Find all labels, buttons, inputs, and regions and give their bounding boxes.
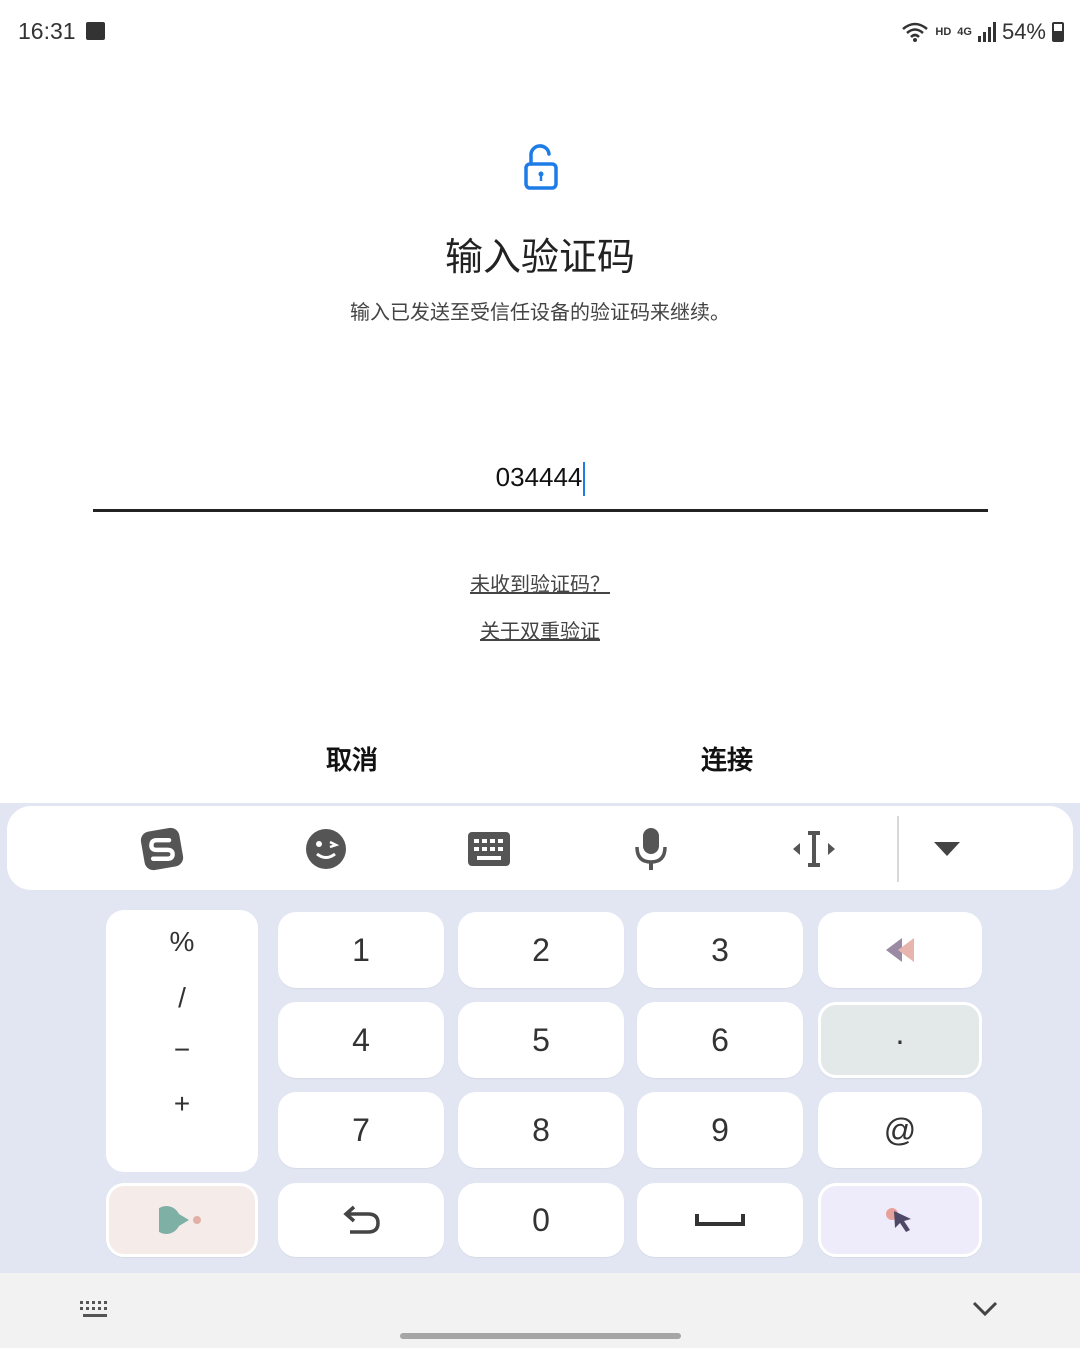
wifi-icon	[902, 22, 929, 42]
about-2fa-link-label: 关于双重验证	[480, 619, 600, 643]
backspace-icon	[886, 938, 914, 962]
key-at[interactable]: @	[818, 1092, 982, 1168]
key-7[interactable]: 7	[278, 1092, 444, 1168]
signal-icon	[977, 22, 996, 42]
hd-indicator: HD	[935, 26, 952, 38]
key-3[interactable]: 3	[637, 912, 803, 988]
sogou-logo-icon[interactable]	[139, 826, 185, 872]
undo-icon	[343, 1205, 380, 1234]
text-caret	[583, 462, 586, 497]
key-8[interactable]: 8	[458, 1092, 624, 1168]
battery-icon	[1052, 22, 1064, 42]
network-type: 4G	[957, 26, 972, 38]
status-indicators: HD 4G 54%	[901, 18, 1064, 46]
symbol-slash[interactable]: /	[106, 982, 258, 1014]
unlock-icon	[524, 144, 558, 190]
undo-key[interactable]	[278, 1183, 444, 1257]
key-4[interactable]: 4	[278, 1002, 444, 1078]
code-value: 034444	[495, 462, 583, 492]
verification-code-input[interactable]: 034444	[93, 448, 988, 512]
symbol-percent[interactable]: %	[106, 926, 258, 958]
page-title: 输入验证码	[444, 235, 635, 279]
status-time: 16:31	[18, 18, 76, 44]
game-key[interactable]	[106, 1183, 258, 1257]
emoji-icon[interactable]	[303, 826, 349, 872]
home-indicator[interactable]	[400, 1333, 681, 1339]
cursor-key[interactable]	[818, 1183, 982, 1257]
key-0[interactable]: 0	[458, 1183, 624, 1257]
not-received-link-label: 未收到验证码？	[470, 572, 610, 596]
symbol-plus[interactable]: +	[106, 1088, 258, 1120]
cancel-button[interactable]: 取消	[326, 740, 378, 777]
navigation-bar	[0, 1273, 1080, 1348]
status-bar: 16:31 HD 4G 54%	[0, 0, 1080, 66]
cursor-pointer-icon	[886, 1208, 911, 1232]
keyboard-icon[interactable]	[466, 826, 512, 872]
game-icon	[159, 1206, 201, 1234]
backspace-key[interactable]	[818, 912, 982, 988]
about-2fa-link[interactable]: 关于双重验证	[0, 615, 1080, 644]
symbol-minus[interactable]: −	[106, 1034, 258, 1066]
keyboard-toolbar	[7, 806, 1073, 890]
key-6[interactable]: 6	[637, 1002, 803, 1078]
space-key[interactable]	[637, 1183, 803, 1257]
cursor-move-icon[interactable]	[791, 826, 837, 872]
key-9[interactable]: 9	[637, 1092, 803, 1168]
symbol-column: % / − +	[106, 910, 258, 1172]
microphone-icon[interactable]	[628, 826, 674, 872]
keyboard-grid-icon[interactable]	[80, 1301, 110, 1319]
key-5[interactable]: 5	[458, 1002, 624, 1078]
image-icon	[86, 22, 105, 40]
key-dot[interactable]: ·	[818, 1002, 982, 1078]
toolbar-divider	[897, 816, 899, 882]
not-received-link[interactable]: 未收到验证码？	[0, 568, 1080, 597]
battery-percentage: 54%	[1001, 19, 1046, 44]
key-1[interactable]: 1	[278, 912, 444, 988]
chevron-down-icon[interactable]	[972, 1301, 998, 1317]
key-2[interactable]: 2	[458, 912, 624, 988]
page-subtitle: 输入已发送至受信任设备的验证码来继续。	[350, 300, 730, 324]
code-value-row: 034444	[93, 462, 988, 497]
soft-keyboard: % / − + 1 2 3 4 5 6 · 7 8 9 @ 0	[0, 803, 1080, 1273]
connect-button[interactable]: 连接	[701, 740, 753, 777]
space-icon	[695, 1214, 745, 1226]
collapse-icon[interactable]	[924, 826, 970, 872]
